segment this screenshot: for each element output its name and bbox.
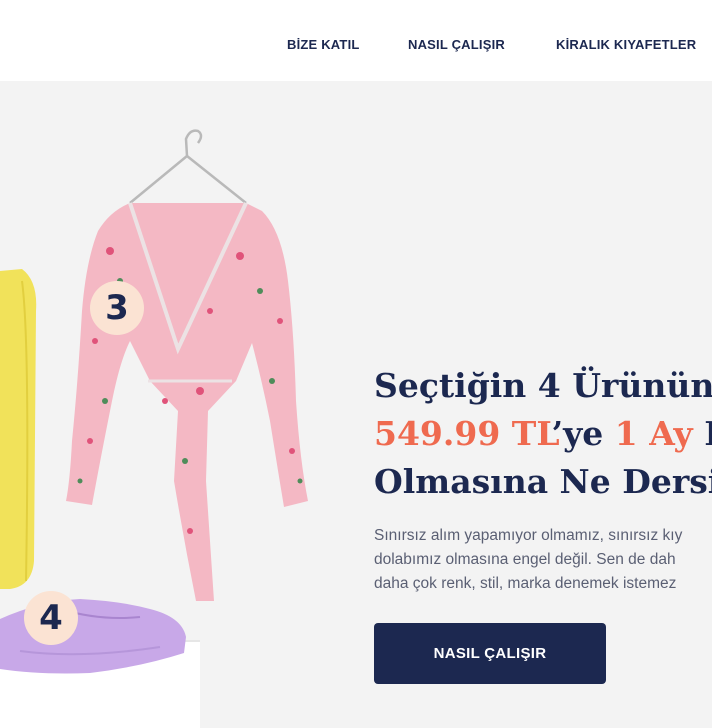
hanger-image [129,129,247,204]
hero-description: Sınırsız alım yapamıyor olmamız, sınırsı… [374,524,682,596]
headline-price-suffix: ’ye [551,414,615,453]
how-it-works-button[interactable]: NASIL ÇALIŞIR [374,623,606,684]
pink-blouse-image [66,202,308,601]
description-line-1: Sınırsız alım yapamıyor olmamız, sınırsı… [374,527,683,544]
headline-line-2-rest: Boyu [693,414,712,453]
description-line-2: dolabımız olmasına engel değil. Sen de d… [374,551,676,568]
hero-headline: Seçtiğin 4 Ürünün Ayd 549.99 TL’ye 1 Ay … [374,362,712,506]
nav-link-join[interactable]: BİZE KATIL [287,37,360,52]
headline-line-2: 549.99 TL’ye 1 Ay Boyu [374,410,712,458]
top-navigation-bar: BİZE KATIL NASIL ÇALIŞIR KİRALIK KIYAFET… [0,0,712,81]
nav-link-how-it-works[interactable]: NASIL ÇALIŞIR [408,37,505,52]
step-number-badge: 3 [90,281,144,335]
headline-line-3: Olmasına Ne Dersin? [374,462,712,501]
headline-price: 549.99 TL [374,414,552,453]
headline-line-1: Seçtiğin 4 Ürünün Ayd [374,366,712,405]
step-number-badge: 4 [24,591,78,645]
yellow-garment-image [0,269,37,589]
headline-duration: 1 Ay [614,414,693,453]
description-line-3: daha çok renk, stil, marka denemek istem… [374,575,677,592]
hero-section: 3 4 Seçtiğin 4 Ürünün Ayd 549.99 TL’ye 1… [0,81,712,728]
nav-link-rental-clothes[interactable]: KİRALIK KIYAFETLER [556,37,696,52]
